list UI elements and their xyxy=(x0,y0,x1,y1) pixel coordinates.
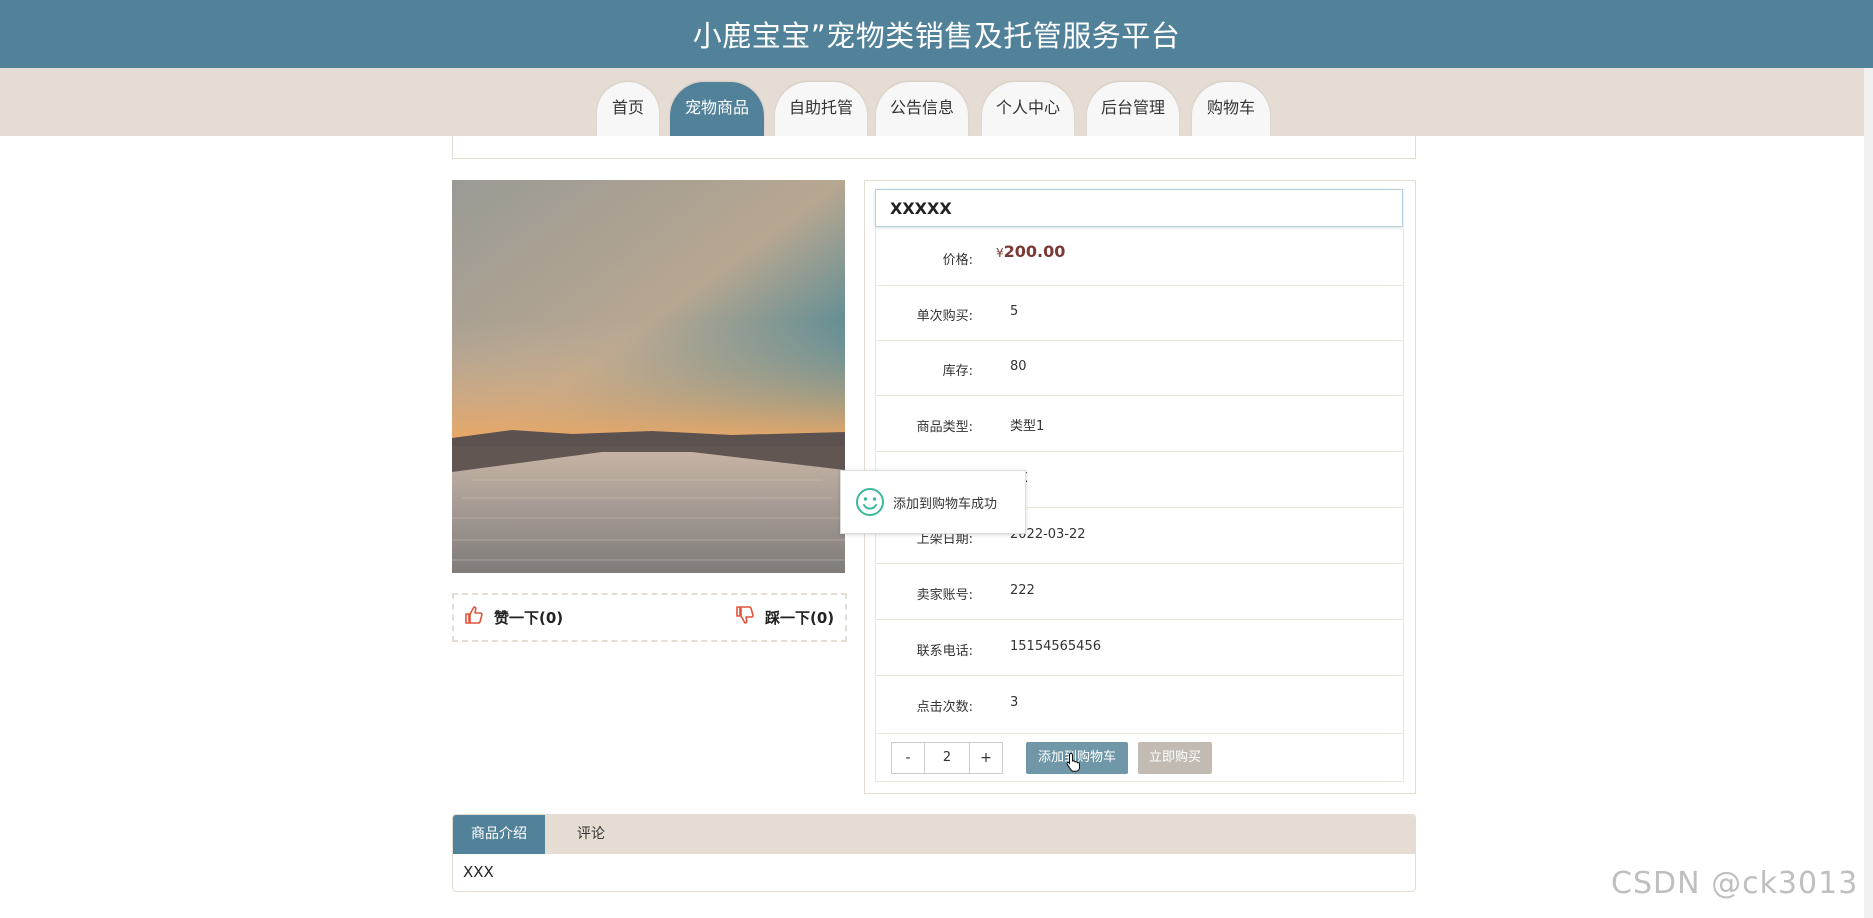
detail-row-single-purchase: 单次购买: 5 xyxy=(875,286,1404,341)
like-button[interactable]: 赞一下(0) xyxy=(464,605,563,629)
nav-personal-center[interactable]: 个人中心 xyxy=(982,82,1074,136)
tabs-header: 商品介绍 评论 xyxy=(453,815,1415,854)
tab-comments[interactable]: 评论 xyxy=(545,815,637,854)
site-title: 小鹿宝宝”宠物类销售及托管服务平台 xyxy=(692,19,1181,53)
price-value: ¥200.00 xyxy=(996,242,1065,261)
toast-message: 添加到购物车成功 xyxy=(893,496,998,512)
quantity-decrease-button[interactable]: - xyxy=(891,742,925,774)
breadcrumb-bar xyxy=(452,136,1416,159)
detail-row-type: 商品类型: 类型1 xyxy=(875,397,1404,452)
tab-content: XXX xyxy=(463,863,494,881)
dislike-button[interactable]: 踩一下(0) xyxy=(735,605,834,629)
nav-announcements[interactable]: 公告信息 xyxy=(876,82,968,136)
vertical-scrollbar[interactable] xyxy=(1864,68,1873,918)
like-label: 赞一下(0) xyxy=(494,608,564,627)
detail-value: 15154565456 xyxy=(1010,639,1101,654)
success-toast: 添加到购物车成功 xyxy=(840,470,1026,534)
quantity-increase-button[interactable]: + xyxy=(969,742,1003,774)
detail-row-clicks: 点击次数: 3 xyxy=(875,677,1404,734)
detail-row-phone: 联系电话: 15154565456 xyxy=(875,621,1404,676)
detail-label: 点击次数: xyxy=(916,700,973,715)
nav-self-boarding[interactable]: 自助托管 xyxy=(775,82,867,136)
product-tabs: 商品介绍 评论 XXX xyxy=(452,814,1416,892)
detail-value: 3 xyxy=(1010,695,1019,710)
detail-label: 商品类型: xyxy=(916,420,973,435)
thumbs-down-icon xyxy=(735,605,755,629)
price-row: 价格: ¥200.00 xyxy=(875,227,1404,286)
dislike-label: 踩一下(0) xyxy=(765,608,835,627)
product-name: XXXXX xyxy=(875,189,1403,227)
sunset-river-illustration xyxy=(452,180,845,573)
main-nav: 首页 宠物商品 自助托管 公告信息 个人中心 后台管理 购物车 xyxy=(0,68,1873,136)
tab-product-intro[interactable]: 商品介绍 xyxy=(453,815,545,854)
currency-symbol: ¥ xyxy=(996,246,1004,260)
detail-label: 卖家账号: xyxy=(916,588,973,603)
buy-now-button[interactable]: 立即购买 xyxy=(1138,742,1212,774)
detail-row-seller: 卖家账号: 222 xyxy=(875,565,1404,620)
detail-value: 222 xyxy=(1010,583,1035,598)
purchase-controls: - 2 + 添加到购物车 立即购买 xyxy=(875,734,1404,782)
nav-pet-products[interactable]: 宠物商品 xyxy=(670,82,764,136)
product-image xyxy=(452,180,845,573)
vote-box: 赞一下(0) 踩一下(0) xyxy=(452,593,847,642)
pointer-cursor-icon xyxy=(1066,752,1082,776)
detail-value: 类型1 xyxy=(1010,419,1045,434)
detail-value: 80 xyxy=(1010,359,1027,374)
nav-cart[interactable]: 购物车 xyxy=(1192,82,1270,136)
price-label: 价格: xyxy=(942,253,973,268)
detail-label: 联系电话: xyxy=(916,644,973,659)
nav-admin[interactable]: 后台管理 xyxy=(1087,82,1179,136)
watermark: CSDN @ck3013 xyxy=(1611,866,1859,901)
detail-label: 库存: xyxy=(942,364,973,379)
thumbs-up-icon xyxy=(464,605,484,629)
price-amount: 200.00 xyxy=(1003,242,1066,261)
detail-value: 5 xyxy=(1010,304,1019,319)
detail-row-stock: 库存: 80 xyxy=(875,341,1404,396)
nav-home[interactable]: 首页 xyxy=(597,82,659,136)
smile-icon xyxy=(855,487,885,517)
quantity-input[interactable]: 2 xyxy=(925,742,969,774)
site-header: 小鹿宝宝”宠物类销售及托管服务平台 xyxy=(0,0,1873,69)
detail-label: 单次购买: xyxy=(916,309,973,324)
